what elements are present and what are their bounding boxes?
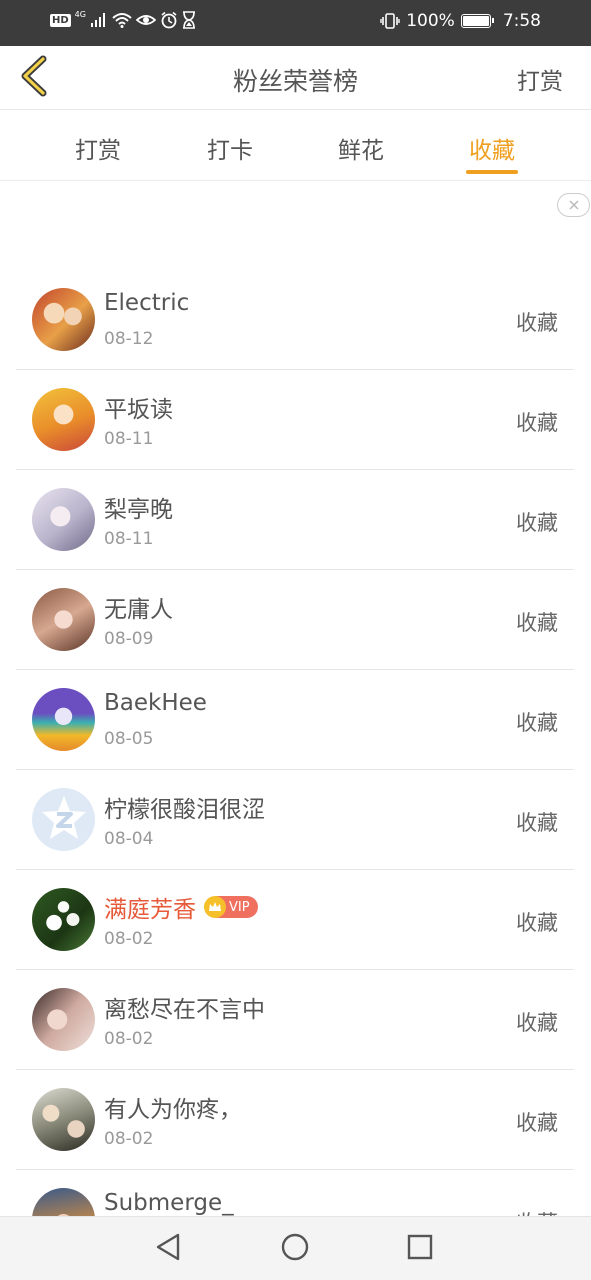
fan-name: 平坂读 [104,397,173,423]
fan-name: 梨亭晚 [104,497,173,523]
close-icon [568,196,580,215]
page-title: 粉丝荣誉榜 [232,67,358,96]
fan-action: 收藏 [516,511,558,535]
fan-date: 08-02 [104,1029,154,1049]
list-item[interactable]: 有人为你疼， 08-02 收藏 [16,1070,574,1170]
fan-date: 08-11 [104,429,154,449]
fan-list: Electric 08-12 收藏 平坂读 08-11 收藏 梨亭晚 08-11… [16,270,574,1270]
battery-percent: 100% [406,11,455,31]
top-app-bar: 粉丝荣誉榜 打赏 [0,46,591,110]
fan-action: 收藏 [516,911,558,935]
tab-favorites[interactable]: 收藏 [452,131,532,165]
alarm-icon [160,11,178,29]
list-item[interactable]: 柠檬很酸泪很涩 08-04 收藏 [16,770,574,870]
list-item[interactable]: BaekHee 08-05 收藏 [16,670,574,770]
avatar [32,1088,95,1151]
triangle-back-icon [154,1232,182,1266]
list-item[interactable]: 梨亭晚 08-11 收藏 [16,470,574,570]
hd-badge: HD [50,13,71,27]
fan-name: 满庭芳香 [104,897,196,923]
fan-action: 收藏 [516,311,558,335]
fan-name: Submerge_ [104,1190,234,1216]
avatar [32,388,95,451]
circle-home-icon [280,1232,310,1266]
avatar [32,288,95,351]
nav-back-button[interactable] [152,1233,184,1265]
tab-checkin[interactable]: 打卡 [190,131,270,165]
fan-action: 收藏 [516,1111,558,1135]
list-item[interactable]: Electric 08-12 收藏 [16,270,574,370]
battery-fill [462,16,489,26]
status-bar: HD 4G 100% 7:58 [0,0,591,46]
avatar [32,888,95,951]
app-screen: HD 4G 100% 7:58 粉丝荣誉榜 打赏 打赏 打卡 鲜花 收藏 Ele… [0,0,591,1280]
eye-icon [135,12,156,28]
nav-home-button[interactable] [279,1233,311,1265]
avatar [32,788,95,851]
battery-icon [460,14,494,28]
status-left: HD 4G [50,9,196,29]
fan-date: 08-12 [104,329,154,349]
fan-action: 收藏 [516,1011,558,1035]
avatar [32,488,95,551]
ad-close-button[interactable] [557,193,590,217]
avatar [32,688,95,751]
fan-date: 08-09 [104,629,154,649]
system-nav-bar [0,1216,591,1280]
fan-action: 收藏 [516,811,558,835]
avatar [32,988,95,1051]
fan-name-row: 满庭芳香 VIP [104,890,258,924]
fan-date: 08-02 [104,929,154,949]
vip-label: VIP [229,899,250,915]
fan-date: 08-04 [104,829,154,849]
fan-name: Electric [104,290,190,316]
fan-name: 离愁尽在不言中 [104,997,265,1023]
signal-icon [90,12,108,28]
tab-reward[interactable]: 打赏 [58,131,138,165]
fan-name: 有人为你疼， [104,1097,242,1123]
fan-name: 柠檬很酸泪很涩 [104,797,265,823]
fan-date: 08-11 [104,529,154,549]
list-item[interactable]: 无庸人 08-09 收藏 [16,570,574,670]
square-recents-icon [406,1233,434,1265]
fan-date: 08-02 [104,1129,154,1149]
clock: 7:58 [502,11,541,31]
wifi-icon [112,12,132,28]
vip-badge: VIP [204,896,258,918]
avatar [32,588,95,651]
fan-action: 收藏 [516,711,558,735]
tab-flowers[interactable]: 鲜花 [321,131,401,165]
list-item[interactable]: 离愁尽在不言中 08-02 收藏 [16,970,574,1070]
default-avatar-star-icon [38,792,90,848]
fan-action: 收藏 [516,411,558,435]
nav-recents-button[interactable] [404,1233,436,1265]
list-item[interactable]: 平坂读 08-11 收藏 [16,370,574,470]
network-type: 4G [74,9,86,19]
fan-name: 无庸人 [104,597,173,623]
vibrate-icon [380,12,400,30]
crown-icon [204,896,226,918]
hourglass-icon [182,11,196,29]
active-tab-indicator [466,170,518,174]
fan-name: BaekHee [104,690,207,716]
list-item[interactable]: 满庭芳香 VIP 08-02 收藏 [16,870,574,970]
fan-date: 08-05 [104,729,154,749]
reward-button[interactable]: 打赏 [517,62,563,96]
status-right: 100% 7:58 [380,11,541,31]
fan-action: 收藏 [516,611,558,635]
